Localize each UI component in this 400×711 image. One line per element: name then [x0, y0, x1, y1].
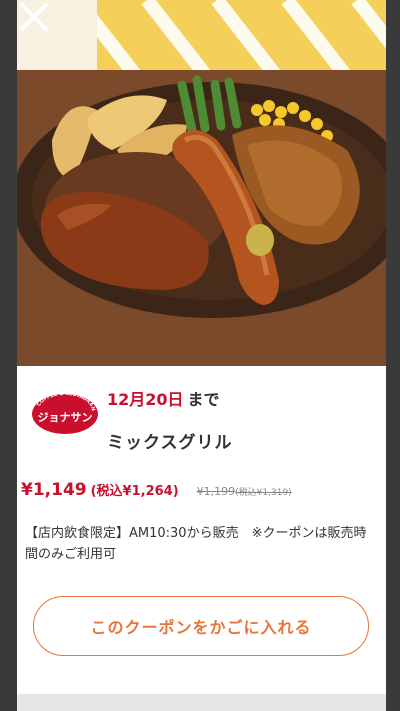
bottom-bar [17, 694, 386, 711]
coupon-price-tax-included: (税込¥1,264) [90, 484, 179, 499]
price-row: ¥1,149 (税込¥1,264) ¥1,199(税込¥1,319) [21, 480, 292, 500]
deadline-suffix: まで [187, 390, 220, 409]
svg-text:ジョナサン: ジョナサン [38, 411, 93, 424]
original-price: ¥1,199 [196, 485, 236, 498]
coupon-detail-modal: COFFEE & RESTAURANT ジョナサン 12月20日まで ミックスグ… [17, 0, 386, 711]
deadline-date: 12月20日 [107, 390, 184, 409]
brand-logo: COFFEE & RESTAURANT ジョナサン [28, 386, 100, 436]
coupon-deadline: 12月20日 まで [107, 386, 220, 410]
add-to-cart-button[interactable]: このクーポンをかごに入れる [33, 596, 369, 656]
coupon-price: ¥1,149 [21, 480, 87, 500]
product-name: ミックスグリル [107, 433, 233, 453]
coupon-description: 【店内飲食限定】AM10:30から販売 ※クーポンは販売時間のみご利用可 [25, 526, 367, 562]
original-price-tax-included: (税込¥1,319) [235, 488, 292, 498]
close-icon[interactable] [17, 0, 51, 34]
product-image [17, 0, 386, 366]
